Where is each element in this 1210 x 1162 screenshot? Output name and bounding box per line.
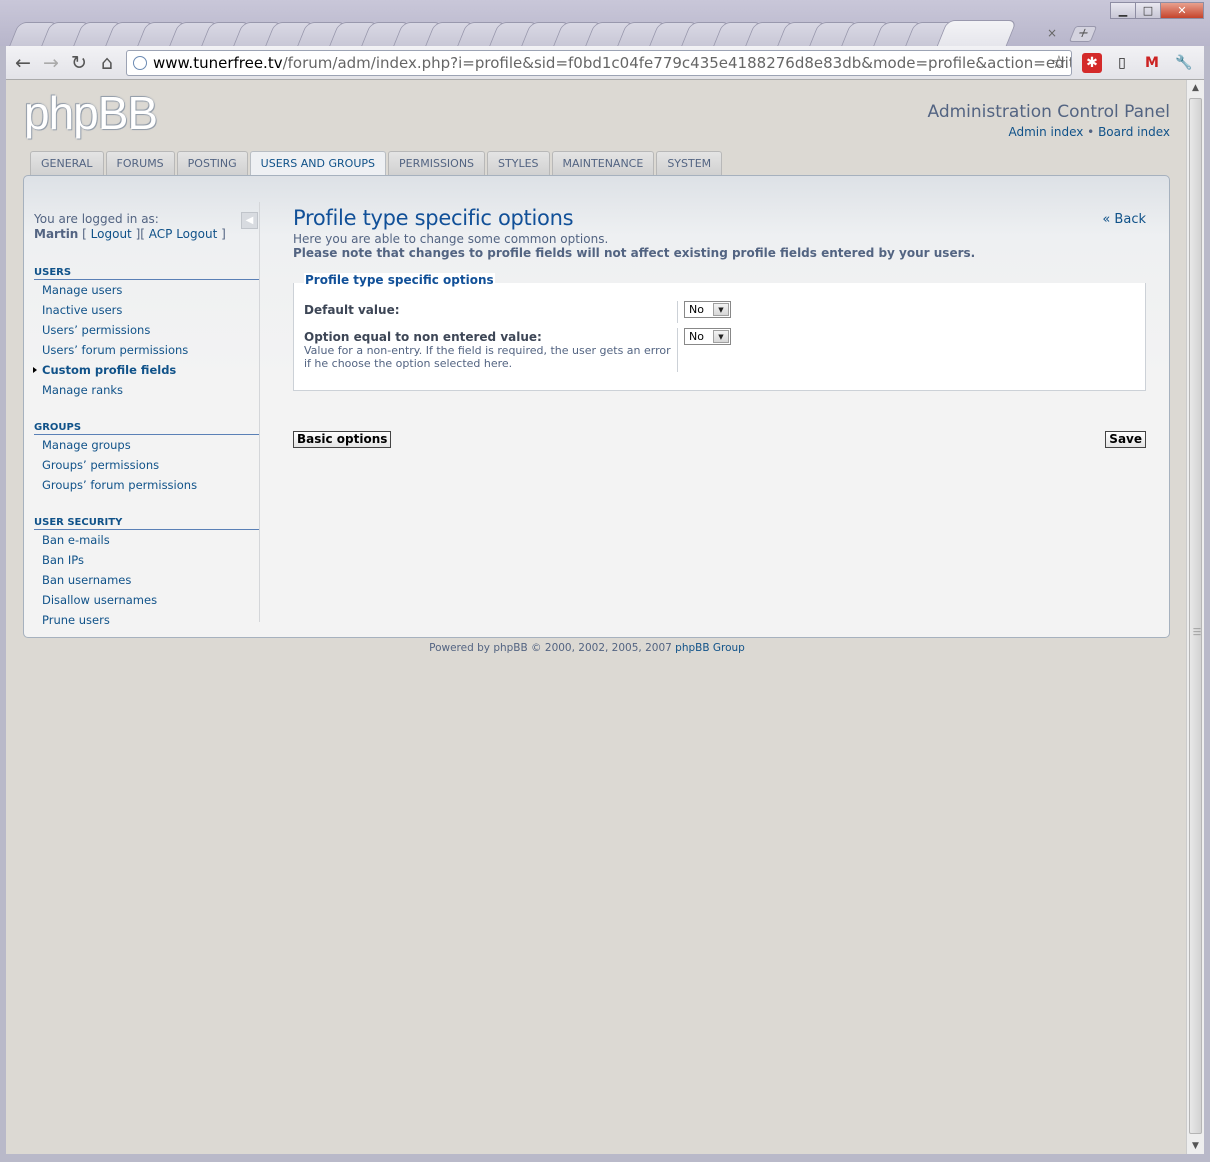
field-control: No ▼ bbox=[677, 301, 731, 323]
select-value: No bbox=[689, 303, 704, 316]
non-entry-value-select[interactable]: No ▼ bbox=[684, 328, 731, 345]
menu-heading-user-security: User security bbox=[34, 517, 260, 530]
bookmark-star-icon[interactable]: ☆ bbox=[1051, 51, 1067, 75]
back-link[interactable]: « Back bbox=[1102, 212, 1146, 227]
menu-heading-groups: Groups bbox=[34, 422, 260, 435]
sidebar-item-manage-ranks[interactable]: Manage ranks bbox=[34, 380, 260, 400]
scroll-down-icon[interactable]: ▼ bbox=[1187, 1138, 1204, 1154]
field-explain: Value for a non-entry. If the field is r… bbox=[304, 344, 671, 370]
close-window-icon[interactable]: ✕ bbox=[1160, 2, 1204, 19]
basic-options-button[interactable]: Basic options bbox=[293, 431, 392, 448]
tab-strip bbox=[9, 20, 1018, 46]
link-separator: • bbox=[1087, 125, 1095, 139]
acp-title: Administration Control Panel bbox=[927, 102, 1170, 122]
sidebar-item-groups-permissions[interactable]: Groups’ permissions bbox=[34, 455, 260, 475]
menu-heading-users: Users bbox=[34, 267, 260, 280]
maximize-icon[interactable]: □ bbox=[1135, 2, 1161, 19]
grip-icon: — — — bbox=[1193, 624, 1201, 639]
chevron-down-icon: ▼ bbox=[713, 303, 729, 316]
sidebar-item-ban-emails[interactable]: Ban e-mails bbox=[34, 530, 260, 550]
url-path: /forum/adm/index.php?i=profile&sid=f0bd1… bbox=[282, 54, 1072, 72]
sidebar-item-disallow-usernames[interactable]: Disallow usernames bbox=[34, 590, 260, 610]
forward-arrow-icon[interactable]: → bbox=[40, 52, 62, 74]
tab-styles[interactable]: Styles bbox=[487, 151, 550, 176]
phpbb-logo[interactable]: phpBB bbox=[24, 86, 158, 140]
save-button[interactable]: Save bbox=[1105, 431, 1146, 448]
reload-icon[interactable]: ↻ bbox=[68, 52, 90, 74]
tab-users-and-groups[interactable]: Users and Groups bbox=[249, 151, 386, 177]
footer-text: Powered by phpBB © 2000, 2002, 2005, 200… bbox=[429, 642, 672, 654]
sidebar-item-manage-users[interactable]: Manage users bbox=[34, 280, 260, 300]
scroll-thumb[interactable]: — — — bbox=[1189, 98, 1202, 1134]
options-fieldset: Profile type specific options Default va… bbox=[293, 273, 1146, 391]
collapse-menu-icon[interactable]: ◀ bbox=[241, 212, 258, 229]
page-title: Profile type specific options bbox=[293, 206, 574, 230]
vertical-scrollbar[interactable]: ▲ — — — ▼ bbox=[1186, 80, 1204, 1154]
acp-tabs: General Forums Posting Users and Groups … bbox=[30, 151, 724, 177]
minimize-icon[interactable]: ▁ bbox=[1110, 2, 1136, 19]
sidebar-item-users-permissions[interactable]: Users’ permissions bbox=[34, 320, 260, 340]
tab-permissions[interactable]: Permissions bbox=[388, 151, 486, 176]
back-arrow-icon[interactable]: ← bbox=[12, 52, 34, 74]
sidebar-item-groups-forum-permissions[interactable]: Groups’ forum permissions bbox=[34, 475, 260, 495]
tab-posting[interactable]: Posting bbox=[176, 151, 248, 176]
browser-tab-active[interactable] bbox=[936, 20, 1018, 46]
scroll-up-icon[interactable]: ▲ bbox=[1187, 80, 1204, 96]
browser-toolbar: ← → ↻ ⌂ www.tunerfree.tv/forum/adm/index… bbox=[6, 46, 1204, 80]
footer-copyright: Powered by phpBB © 2000, 2002, 2005, 200… bbox=[6, 642, 1168, 654]
username: Martin bbox=[34, 227, 79, 241]
sidebar-item-inactive-users[interactable]: Inactive users bbox=[34, 300, 260, 320]
window-controls: ▁ □ ✕ bbox=[1110, 2, 1204, 19]
wrench-icon[interactable]: 🔧 bbox=[1174, 53, 1194, 73]
default-value-select[interactable]: No ▼ bbox=[684, 301, 731, 318]
sidebar-menu: You are logged in as: Martin [ Logout ][… bbox=[33, 212, 260, 630]
field-label-wrap: Default value: bbox=[304, 303, 674, 317]
page-note: Please note that changes to profile fiel… bbox=[293, 246, 976, 260]
sidebar-item-custom-profile-fields[interactable]: Custom profile fields bbox=[33, 360, 260, 380]
header-links: Admin index • Board index bbox=[1008, 125, 1170, 139]
select-value: No bbox=[689, 330, 704, 343]
tab-close-icon[interactable]: × bbox=[1047, 26, 1057, 40]
main-content: Profile type specific options « Back Her… bbox=[293, 206, 1146, 448]
tab-maintenance[interactable]: Maintenance bbox=[551, 151, 655, 176]
field-label: Default value: bbox=[304, 303, 400, 317]
tab-forums[interactable]: Forums bbox=[105, 151, 175, 176]
address-bar[interactable]: www.tunerfree.tv/forum/adm/index.php?i=p… bbox=[126, 50, 1072, 76]
tab-general[interactable]: General bbox=[30, 151, 104, 176]
logged-in-label: You are logged in as: bbox=[34, 212, 159, 226]
sidebar-item-prune-users[interactable]: Prune users bbox=[34, 610, 260, 630]
logged-in-info: You are logged in as: Martin [ Logout ][… bbox=[34, 212, 226, 241]
content-panel: You are logged in as: Martin [ Logout ][… bbox=[23, 175, 1170, 638]
board-index-link[interactable]: Board index bbox=[1098, 125, 1170, 139]
logout-link[interactable]: Logout bbox=[91, 227, 132, 241]
home-icon[interactable]: ⌂ bbox=[96, 52, 118, 74]
acp-logout-link[interactable]: ACP Logout bbox=[149, 227, 218, 241]
admin-index-link[interactable]: Admin index bbox=[1008, 125, 1083, 139]
sidebar-item-manage-groups[interactable]: Manage groups bbox=[34, 435, 260, 455]
tab-system[interactable]: System bbox=[656, 151, 723, 176]
browser-titlebar: × + ▁ □ ✕ bbox=[0, 0, 1210, 46]
chevron-down-icon: ▼ bbox=[713, 330, 729, 343]
gmail-icon[interactable]: M bbox=[1142, 53, 1162, 73]
page-description: Here you are able to change some common … bbox=[293, 232, 609, 246]
field-label-wrap: Option equal to non entered value: Value… bbox=[304, 330, 674, 370]
extension-red-icon[interactable]: ✱ bbox=[1082, 53, 1102, 73]
extension-phone-icon[interactable]: ▯ bbox=[1112, 53, 1132, 73]
sidebar-item-users-forum-permissions[interactable]: Users’ forum permissions bbox=[34, 340, 260, 360]
phpbb-group-link[interactable]: phpBB Group bbox=[675, 642, 745, 654]
sidebar-item-ban-usernames[interactable]: Ban usernames bbox=[34, 570, 260, 590]
sidebar-divider bbox=[259, 202, 260, 622]
window-bottom-edge bbox=[0, 1154, 1210, 1162]
field-label: Option equal to non entered value: bbox=[304, 330, 542, 344]
sidebar-item-ban-ips[interactable]: Ban IPs bbox=[34, 550, 260, 570]
fieldset-legend: Profile type specific options bbox=[304, 273, 495, 287]
page-viewport: phpBB Administration Control Panel Admin… bbox=[6, 80, 1186, 1154]
globe-icon bbox=[133, 56, 147, 70]
url-host: www.tunerfree.tv bbox=[153, 54, 283, 72]
new-tab-icon[interactable]: + bbox=[1068, 26, 1098, 42]
field-control: No ▼ bbox=[677, 328, 731, 372]
